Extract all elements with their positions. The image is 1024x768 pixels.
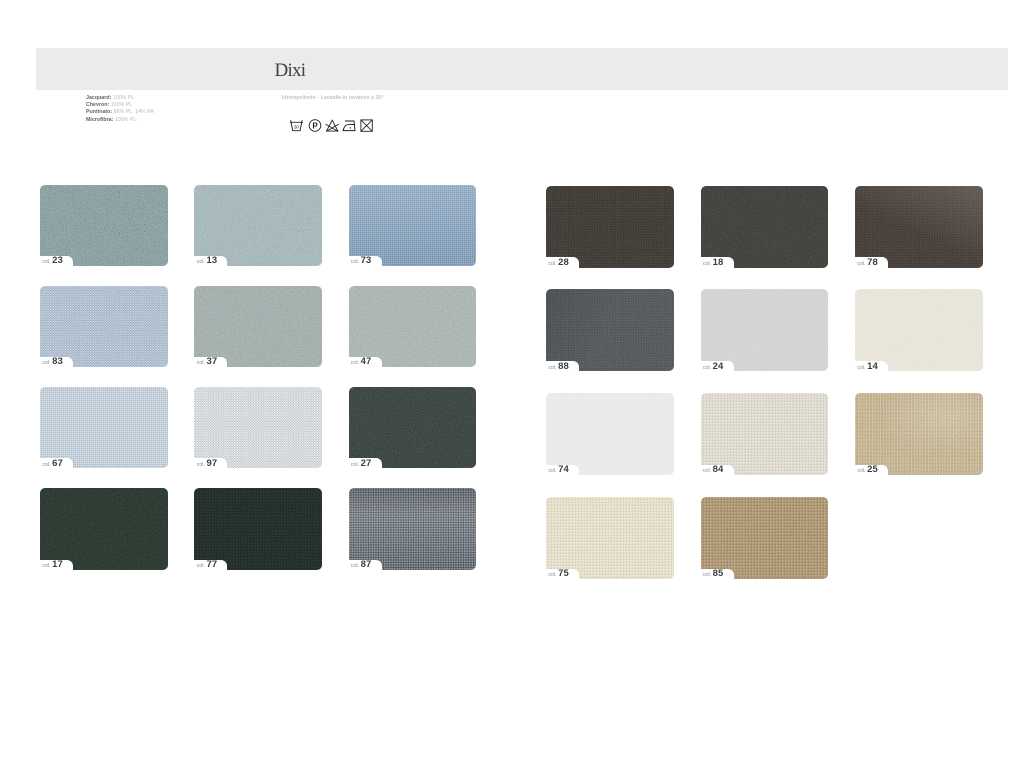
svg-text:30: 30	[294, 124, 299, 129]
svg-text:P: P	[312, 121, 318, 130]
